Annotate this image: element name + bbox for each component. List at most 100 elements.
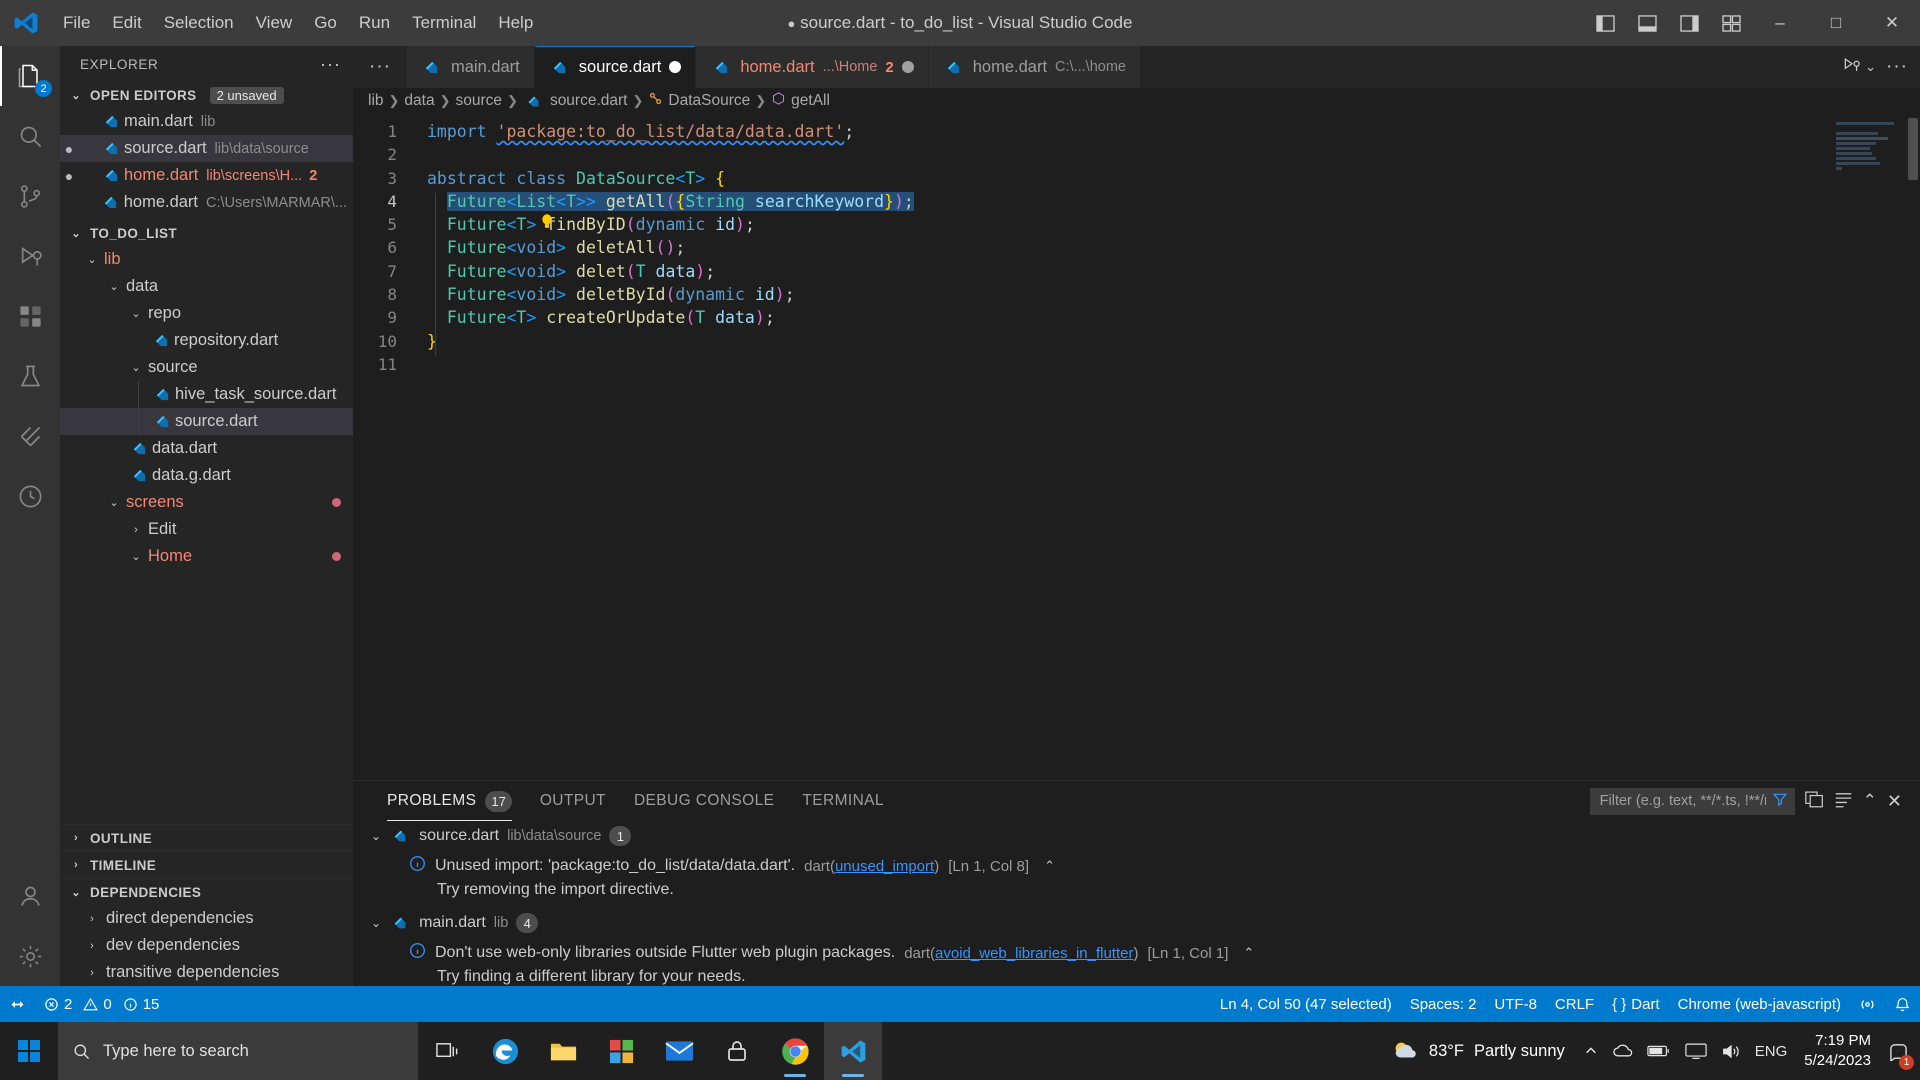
problem-file-group[interactable]: ⌄ main.dart lib 4 <box>371 908 1920 938</box>
clock[interactable]: 7:19 PM 5/24/2023 <box>1794 1031 1881 1072</box>
problem-item[interactable]: Unused import: 'package:to_do_list/data/… <box>371 851 1920 881</box>
menu-run[interactable]: Run <box>348 8 401 38</box>
edge-icon[interactable] <box>476 1022 534 1080</box>
mail-icon[interactable] <box>650 1022 708 1080</box>
task-view-icon[interactable] <box>418 1022 476 1080</box>
status-notifications[interactable] <box>1885 986 1920 1022</box>
tabs-more-icon[interactable]: ··· <box>353 46 407 88</box>
tree-file-data-g-dart[interactable]: data.g.dart <box>60 462 353 489</box>
breadcrumb-lib[interactable]: lib <box>368 92 384 110</box>
section-project-root[interactable]: ⌄ TO_DO_LIST <box>60 220 353 246</box>
breadcrumb-source-dart[interactable]: source.dart <box>550 92 628 110</box>
close-button[interactable]: ✕ <box>1864 0 1920 46</box>
tab-source-dart[interactable]: source.dart <box>534 46 697 88</box>
tree-folder-source[interactable]: ⌄ source <box>60 354 353 381</box>
activity-manage-gear-icon[interactable] <box>0 926 60 986</box>
microsoft-store-icon[interactable] <box>592 1022 650 1080</box>
status-device-target[interactable]: Chrome (web-javascript) <box>1669 986 1850 1022</box>
close-panel-icon[interactable]: ✕ <box>1887 791 1902 812</box>
panel-tab-problems[interactable]: PROBLEMS 17 <box>373 781 526 821</box>
dependency-direct[interactable]: › direct dependencies <box>60 905 353 932</box>
problem-item[interactable]: Don't use web-only libraries outside Flu… <box>371 938 1920 968</box>
display-icon[interactable] <box>1678 1022 1714 1080</box>
panel-tab-terminal[interactable]: TERMINAL <box>788 781 898 821</box>
activity-search[interactable] <box>0 106 60 166</box>
menu-terminal[interactable]: Terminal <box>401 8 487 38</box>
quick-fix-lightbulb-icon[interactable] <box>421 190 552 229</box>
activity-flutter[interactable] <box>0 406 60 466</box>
tree-file-source-dart[interactable]: source.dart <box>60 408 353 435</box>
section-open-editors[interactable]: ⌄ OPEN EDITORS 2 unsaved <box>60 82 353 108</box>
taskbar-search[interactable]: Type here to search <box>58 1022 418 1080</box>
breadcrumb-source[interactable]: source <box>456 92 503 110</box>
menu-selection[interactable]: Selection <box>153 8 245 38</box>
tree-file-data-dart[interactable]: data.dart <box>60 435 353 462</box>
editor-scrollbar[interactable] <box>1908 118 1918 180</box>
split-panel-icon[interactable] <box>1804 790 1824 813</box>
start-button[interactable] <box>0 1022 58 1080</box>
tree-folder-home[interactable]: ⌄ Home <box>60 543 353 570</box>
menu-file[interactable]: File <box>52 8 101 38</box>
run-and-debug-icon[interactable] <box>1841 55 1863 80</box>
activity-explorer[interactable]: 2 <box>0 46 60 106</box>
volume-icon[interactable] <box>1714 1022 1748 1080</box>
code-editor[interactable]: 1 2 3 4 5 6 7 8 9 10 11 import 'package:… <box>353 114 1920 780</box>
filter-icon[interactable] <box>1772 791 1788 812</box>
customize-layout-icon[interactable] <box>1710 0 1752 46</box>
tab-dirty-indicator[interactable] <box>669 61 682 73</box>
chevron-up-icon[interactable]: ⌃ <box>1243 945 1254 961</box>
open-editor-row[interactable]: main.dart lib <box>60 108 353 135</box>
activity-testing[interactable] <box>0 346 60 406</box>
status-errors[interactable]: 2 0 15 <box>35 986 168 1022</box>
sidebar-more-actions-icon[interactable]: ··· <box>320 54 341 75</box>
open-editor-row[interactable]: home.dart C:\Users\MARMAR\... <box>60 189 353 216</box>
activity-dependency-analysis[interactable] <box>0 466 60 526</box>
tab-home-dart-users[interactable]: home.dart C:\...\home <box>928 46 1141 88</box>
activity-source-control[interactable] <box>0 166 60 226</box>
vscode-icon[interactable] <box>824 1022 882 1080</box>
problem-code-link[interactable]: avoid_web_libraries_in_flutter <box>935 945 1133 962</box>
panel-tab-output[interactable]: OUTPUT <box>526 781 620 821</box>
file-explorer-icon[interactable] <box>534 1022 592 1080</box>
dependency-dev[interactable]: › dev dependencies <box>60 932 353 959</box>
tab-dirty-indicator[interactable] <box>901 61 914 73</box>
minimize-button[interactable]: – <box>1752 0 1808 46</box>
activity-accounts[interactable] <box>0 866 60 926</box>
breadcrumb-datasource[interactable]: DataSource <box>668 92 750 110</box>
panel-tab-debug-console[interactable]: DEBUG CONSOLE <box>620 781 788 821</box>
status-eol[interactable]: CRLF <box>1546 986 1603 1022</box>
status-remote-indicator[interactable] <box>1850 986 1885 1022</box>
chevron-up-icon[interactable]: ⌃ <box>1044 858 1055 874</box>
breadcrumb-data[interactable]: data <box>404 92 434 110</box>
status-cursor-position[interactable]: Ln 4, Col 50 (47 selected) <box>1211 986 1401 1022</box>
tree-folder-lib[interactable]: ⌄ lib <box>60 246 1908 273</box>
security-lock-icon[interactable] <box>708 1022 766 1080</box>
onedrive-icon[interactable] <box>1605 1022 1640 1080</box>
problem-code-link[interactable]: unused_import <box>835 858 934 875</box>
tab-home-dart-screens[interactable]: home.dart ...\Home 2 <box>696 46 929 88</box>
status-indentation[interactable]: Spaces: 2 <box>1401 986 1486 1022</box>
menu-edit[interactable]: Edit <box>101 8 152 38</box>
problem-file-group[interactable]: ⌄ source.dart lib\data\source 1 <box>371 821 1920 851</box>
section-outline[interactable]: › OUTLINE <box>60 824 353 851</box>
activity-run-and-debug[interactable] <box>0 226 60 286</box>
status-encoding[interactable]: UTF-8 <box>1485 986 1546 1022</box>
tree-folder-data[interactable]: ⌄ data <box>60 273 353 300</box>
weather-widget[interactable]: 83°F Partly sunny <box>1379 1037 1577 1065</box>
tab-main-dart[interactable]: main.dart <box>406 46 535 88</box>
problems-filter[interactable] <box>1589 787 1795 815</box>
minimap[interactable] <box>1794 114 1904 780</box>
problems-filter-input[interactable] <box>1599 793 1766 809</box>
maximize-button[interactable]: □ <box>1808 0 1864 46</box>
section-timeline[interactable]: › TIMELINE <box>60 851 353 878</box>
editor-more-actions-icon[interactable]: ··· <box>1886 56 1908 78</box>
language-indicator[interactable]: ENG <box>1748 1022 1795 1080</box>
breadcrumb-getall[interactable]: getAll <box>791 92 830 110</box>
battery-icon[interactable] <box>1640 1022 1678 1080</box>
clear-problems-icon[interactable] <box>1834 790 1853 813</box>
tree-folder-screens[interactable]: ⌄ screens <box>60 489 353 516</box>
activity-extensions[interactable] <box>0 286 60 346</box>
chevron-down-icon[interactable]: ⌄ <box>1865 59 1876 75</box>
tray-expand-icon[interactable] <box>1577 1022 1605 1080</box>
menu-bar[interactable]: File Edit Selection View Go Run Terminal… <box>52 8 544 38</box>
